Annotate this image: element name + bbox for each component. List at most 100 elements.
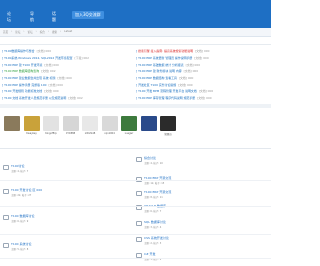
forum-row[interactable]: CSS 系统开发讨论 主题: 2, 帖子: 3 — [136, 236, 169, 245]
forum-text: C# 开发 主题: 1, 帖子: 2 — [144, 252, 161, 261]
avatar-name: xlDxhlxB — [84, 132, 96, 135]
thread-title-link[interactable]: T100 ERP 建业数据合并出现 系统 标题 — [4, 76, 55, 80]
thread-bracket: [ — [2, 49, 4, 54]
forum-name[interactable]: SQL 数据库讨论 — [144, 220, 166, 224]
avatar-image — [23, 116, 40, 131]
forum-text: 综合讨论主题: 4, 帖子: 10 — [144, 156, 163, 165]
member-avatar[interactable]: 管理员 — [159, 116, 177, 138]
thread-row: [T100 文档 系统开发人员规范手册 以及规范说明 [文档] 002 — [2, 95, 132, 102]
thread-bracket: [ — [2, 82, 4, 87]
forum-name[interactable]: 综合讨论 — [144, 156, 163, 160]
forum-stats: 主题: 6, 帖子: 9 — [11, 220, 29, 223]
thread-meta: [文档] 000 — [57, 76, 72, 81]
forum-name[interactable]: T100 ERP 开源交流 — [144, 190, 171, 194]
thread-meta: [文档] 000 — [185, 62, 201, 67]
thread-meta: [文档] 000 — [44, 62, 59, 67]
forum-icon — [3, 189, 9, 194]
breadcrumb-item[interactable]: 综合 — [40, 30, 45, 34]
avatar-name: KingofErp — [45, 132, 57, 135]
member-avatar[interactable]: CYX888 — [62, 116, 80, 138]
forum-row[interactable]: T100 开发讨论 区 000 主题: 22, 帖子: 27 — [3, 188, 42, 197]
breadcrumb: 首页 › 论坛 › 论坛 › 综合 › 搜索 › Latest — [3, 30, 72, 34]
forum-name[interactable]: C# 开发 — [144, 252, 161, 256]
thread-title-link[interactable]: T100 开发 BPM 流程管理 开发平台 说明文档 — [138, 89, 197, 93]
thread-title-link[interactable]: 搜索引擎 接入指南: 提高系统搜索功能说明 — [138, 49, 193, 53]
forum-icon — [3, 243, 9, 248]
thread-bracket: [ — [2, 56, 4, 61]
member-avatar[interactable]: xlDxhlxB — [81, 116, 99, 138]
thread-bracket: [ — [136, 56, 138, 61]
forum-name[interactable]: T100 开发讨论 区 000 — [11, 188, 42, 192]
thread-title-link[interactable]: T100 ERP 数据库结构查询 — [4, 69, 39, 73]
breadcrumb-item[interactable]: 论坛 — [27, 30, 32, 34]
member-avatar[interactable]: cqn1004 — [101, 116, 119, 138]
breadcrumb-sep: › — [47, 30, 49, 33]
breadcrumb-item[interactable]: Latest — [64, 30, 72, 34]
thread-meta: [文档] 002 — [41, 69, 56, 74]
forum-list: T100讨论 主题: 4, 帖子: 7 T100 开发讨论 区 000 主题: 22,… — [0, 150, 271, 266]
forum-stats: 主题: 3, 帖子: 4 — [144, 226, 162, 229]
thread-title-link[interactable]: T100系统,Windows 2012, SQL2012 开发环境配置 — [4, 56, 72, 60]
forum-name[interactable]: T100讨论 — [11, 164, 28, 168]
forum-name[interactable]: T100 系统讨论 — [11, 242, 32, 246]
thread-bracket: [ — [2, 69, 4, 74]
breadcrumb-item[interactable]: 搜索 — [52, 30, 57, 34]
thread-title-link[interactable]: T100 文档 系统开发人员规范手册 以及规范说明 — [4, 96, 66, 100]
thread-title-link[interactable]: T100 ERP 操作手册 完整版 100 — [4, 83, 46, 87]
forum-icon — [3, 165, 9, 170]
member-avatar[interactable] — [3, 116, 21, 138]
forum-row[interactable]: T100讨论 主题: 4, 帖子: 7 — [3, 164, 28, 173]
latest-threads-panel: [T100数据库操作与整合 [文档] 000[T100系统,Windows 201… — [0, 44, 271, 102]
thread-row: [T100数据库操作与整合 [文档] 000 — [2, 48, 132, 55]
forum-name[interactable]: T100 数据库讨论 — [11, 214, 35, 218]
thread-meta: [文档] 000 — [178, 76, 194, 81]
member-avatar[interactable]: xuejjwr — [120, 116, 138, 138]
forum-row-divider — [0, 258, 271, 259]
avatar-name: 管理员 — [164, 133, 172, 136]
forum-icon — [136, 191, 142, 196]
nav-join-group[interactable]: 加入3Q交流群 — [72, 11, 104, 19]
forum-text: T100讨论 主题: 4, 帖子: 7 — [11, 164, 28, 173]
forum-row[interactable]: T100 ERP 开源交流 主题: 8, 帖子: 11 — [136, 190, 171, 199]
thread-bracket: [ — [136, 76, 138, 81]
breadcrumb-item[interactable]: 论坛 — [15, 30, 20, 34]
member-avatar[interactable]: Kwaykey — [23, 116, 41, 138]
avatar-image — [101, 116, 118, 131]
thread-meta: [文档] 000 — [198, 89, 214, 94]
nav-guide[interactable]: 导航 — [30, 11, 34, 23]
thread-row: [T100 ERP 基础数据 统计 分析报表 [文档] 000 — [136, 61, 270, 68]
thread-title-link[interactable]: T100 ERP 数据结构 查看工具 — [138, 76, 177, 80]
thread-title-link[interactable]: T100 ERP 系统更新 管理员 操作说明手册 — [138, 56, 192, 60]
forum-text: T100 ERP 开源交流 主题: 8, 帖子: 11 — [144, 190, 171, 199]
thread-row: [T100 开发 BPM 流程管理 开发平台 说明文档 [文档] 000 — [136, 88, 270, 95]
forum-stats: 主题: 4, 帖子: 10 — [144, 162, 163, 165]
thread-title-link[interactable]: 开发社区 T100 实务讨论版规 — [138, 83, 176, 87]
forum-row[interactable]: 综合讨论主题: 4, 帖子: 10 — [136, 156, 163, 165]
forum-row[interactable]: T100 系统讨论 主题: 5, 帖子: 8 — [3, 242, 32, 251]
thread-title-link[interactable]: T100 ERP 基础数据 统计 分析报表 — [138, 63, 183, 67]
member-avatar[interactable] — [140, 116, 158, 138]
thread-bracket: [ — [136, 89, 138, 94]
thread-title-link[interactable]: T100数据库操作与整合 — [4, 49, 34, 53]
section-separator — [0, 148, 271, 149]
breadcrumb-item[interactable]: 首页 — [3, 30, 8, 34]
forum-text: T100 系统讨论 主题: 5, 帖子: 8 — [11, 242, 32, 251]
member-avatar[interactable]: KingofErp — [42, 116, 60, 138]
forum-row[interactable]: C# 开发 主题: 1, 帖子: 2 — [136, 252, 161, 261]
forum-row[interactable]: SQL 数据库讨论 主题: 3, 帖子: 4 — [136, 220, 166, 229]
thread-title-link[interactable]: T100 ERP 库存管理 程序代码说明 规范手册 — [138, 96, 195, 100]
thread-title-link[interactable]: T100 开发规则 功能标准文档 — [4, 89, 42, 93]
thread-row: [T100 ERP 建业数据合并出现 系统 标题 [文档] 000 — [2, 75, 132, 82]
nav-topics[interactable]: 话题 — [52, 11, 56, 23]
forum-name[interactable]: CSS 系统开发讨论 — [144, 236, 169, 240]
nav-forum[interactable]: 论坛 — [7, 11, 11, 23]
thread-meta: [文档] 000 — [183, 69, 199, 74]
thread-row: [T100 ERP 数据库结构查询 [文档] 002 — [2, 68, 132, 75]
forum-row[interactable]: T100 数据库讨论 主题: 6, 帖子: 9 — [3, 214, 35, 223]
breadcrumb-sep: › — [23, 30, 25, 33]
thread-meta: [文档] 000 — [44, 89, 59, 94]
thread-meta: [文档] 000 — [36, 49, 52, 54]
thread-title-link[interactable]: T100 ERP 建 财务模块 说明 内容 — [138, 69, 181, 73]
thread-title-link[interactable]: T100 ERP 建 T100 开发环境 — [4, 63, 42, 67]
avatar-image — [82, 116, 98, 131]
